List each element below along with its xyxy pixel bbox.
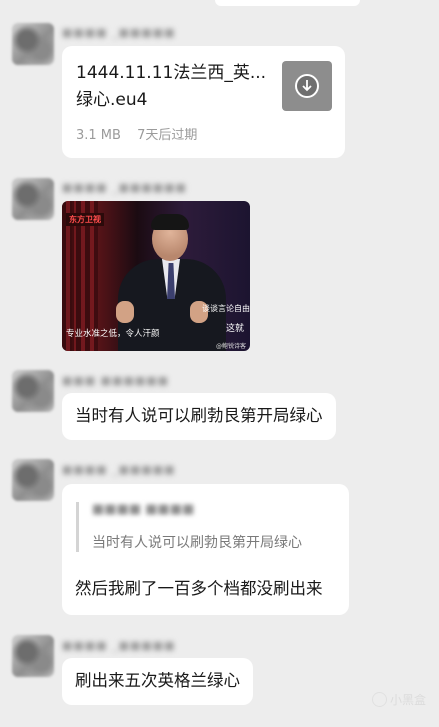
avatar[interactable]: [12, 635, 54, 677]
file-name-line2: 绿心.eu4: [76, 90, 148, 110]
avatar[interactable]: [12, 459, 54, 501]
video-thumbnail[interactable]: 东方卫视 专业水准之低，令人汗颜 谈谈言论自由 这就 @鲍锐诗客: [62, 201, 250, 351]
app-watermark-text: 小黑盒: [390, 693, 427, 707]
video-caption: 专业水准之低，令人汗颜: [66, 329, 160, 339]
video-side-caption: 谈谈言论自由: [202, 304, 250, 313]
file-message-card[interactable]: 1444.11.11法兰西_英... 绿心.eu4 3.1 MB 7天后过期: [62, 46, 345, 158]
sender-name: ■■■■ _■■■■■: [62, 463, 176, 476]
file-name-line1: 1444.11.11法兰西_英...: [76, 63, 267, 83]
message-text: 当时有人说可以刷勃艮第开局绿心: [75, 406, 323, 425]
file-size: 3.1 MB: [76, 128, 121, 143]
presenter-hand-left: [116, 301, 134, 323]
file-name: 1444.11.11法兰西_英... 绿心.eu4: [76, 60, 272, 114]
message-text: 然后我刷了一百多个档都没刷出来: [75, 579, 323, 598]
channel-logo: 东方卫视: [66, 213, 104, 226]
sender-name: ■■■ ■■■■■■: [62, 374, 170, 387]
video-watermark: @鲍锐诗客: [216, 343, 247, 350]
quoted-text: 当时有人说可以刷勃艮第开局绿心: [92, 535, 302, 551]
avatar[interactable]: [12, 178, 54, 220]
previous-message-bubble: [215, 0, 360, 6]
avatar[interactable]: [12, 370, 54, 412]
quoted-message[interactable]: ■■■■ ■■■■ 当时有人说可以刷勃艮第开局绿心: [76, 502, 302, 552]
file-meta: 3.1 MB 7天后过期: [76, 124, 197, 143]
avatar[interactable]: [12, 23, 54, 65]
download-icon[interactable]: [282, 61, 332, 111]
reply-message-bubble[interactable]: ■■■■ ■■■■ 当时有人说可以刷勃艮第开局绿心 然后我刷了一百多个档都没刷出…: [62, 484, 349, 615]
video-side-caption-2: 这就: [226, 324, 245, 334]
quoted-sender: ■■■■ ■■■■: [92, 502, 195, 517]
sender-name: ■■■■ _■■■■■: [62, 26, 176, 39]
presenter-hair: [151, 214, 189, 230]
text-message-bubble[interactable]: 刷出来五次英格兰绿心: [62, 658, 253, 705]
sender-name: ■■■■ _■■■■■: [62, 639, 176, 652]
app-logo-icon: [372, 692, 387, 707]
message-text: 刷出来五次英格兰绿心: [75, 671, 240, 690]
text-message-bubble[interactable]: 当时有人说可以刷勃艮第开局绿心: [62, 393, 336, 440]
sender-name: ■■■■ _■■■■■■: [62, 181, 187, 194]
app-watermark: 小黑盒: [372, 691, 426, 708]
file-expiry: 7天后过期: [137, 128, 198, 143]
